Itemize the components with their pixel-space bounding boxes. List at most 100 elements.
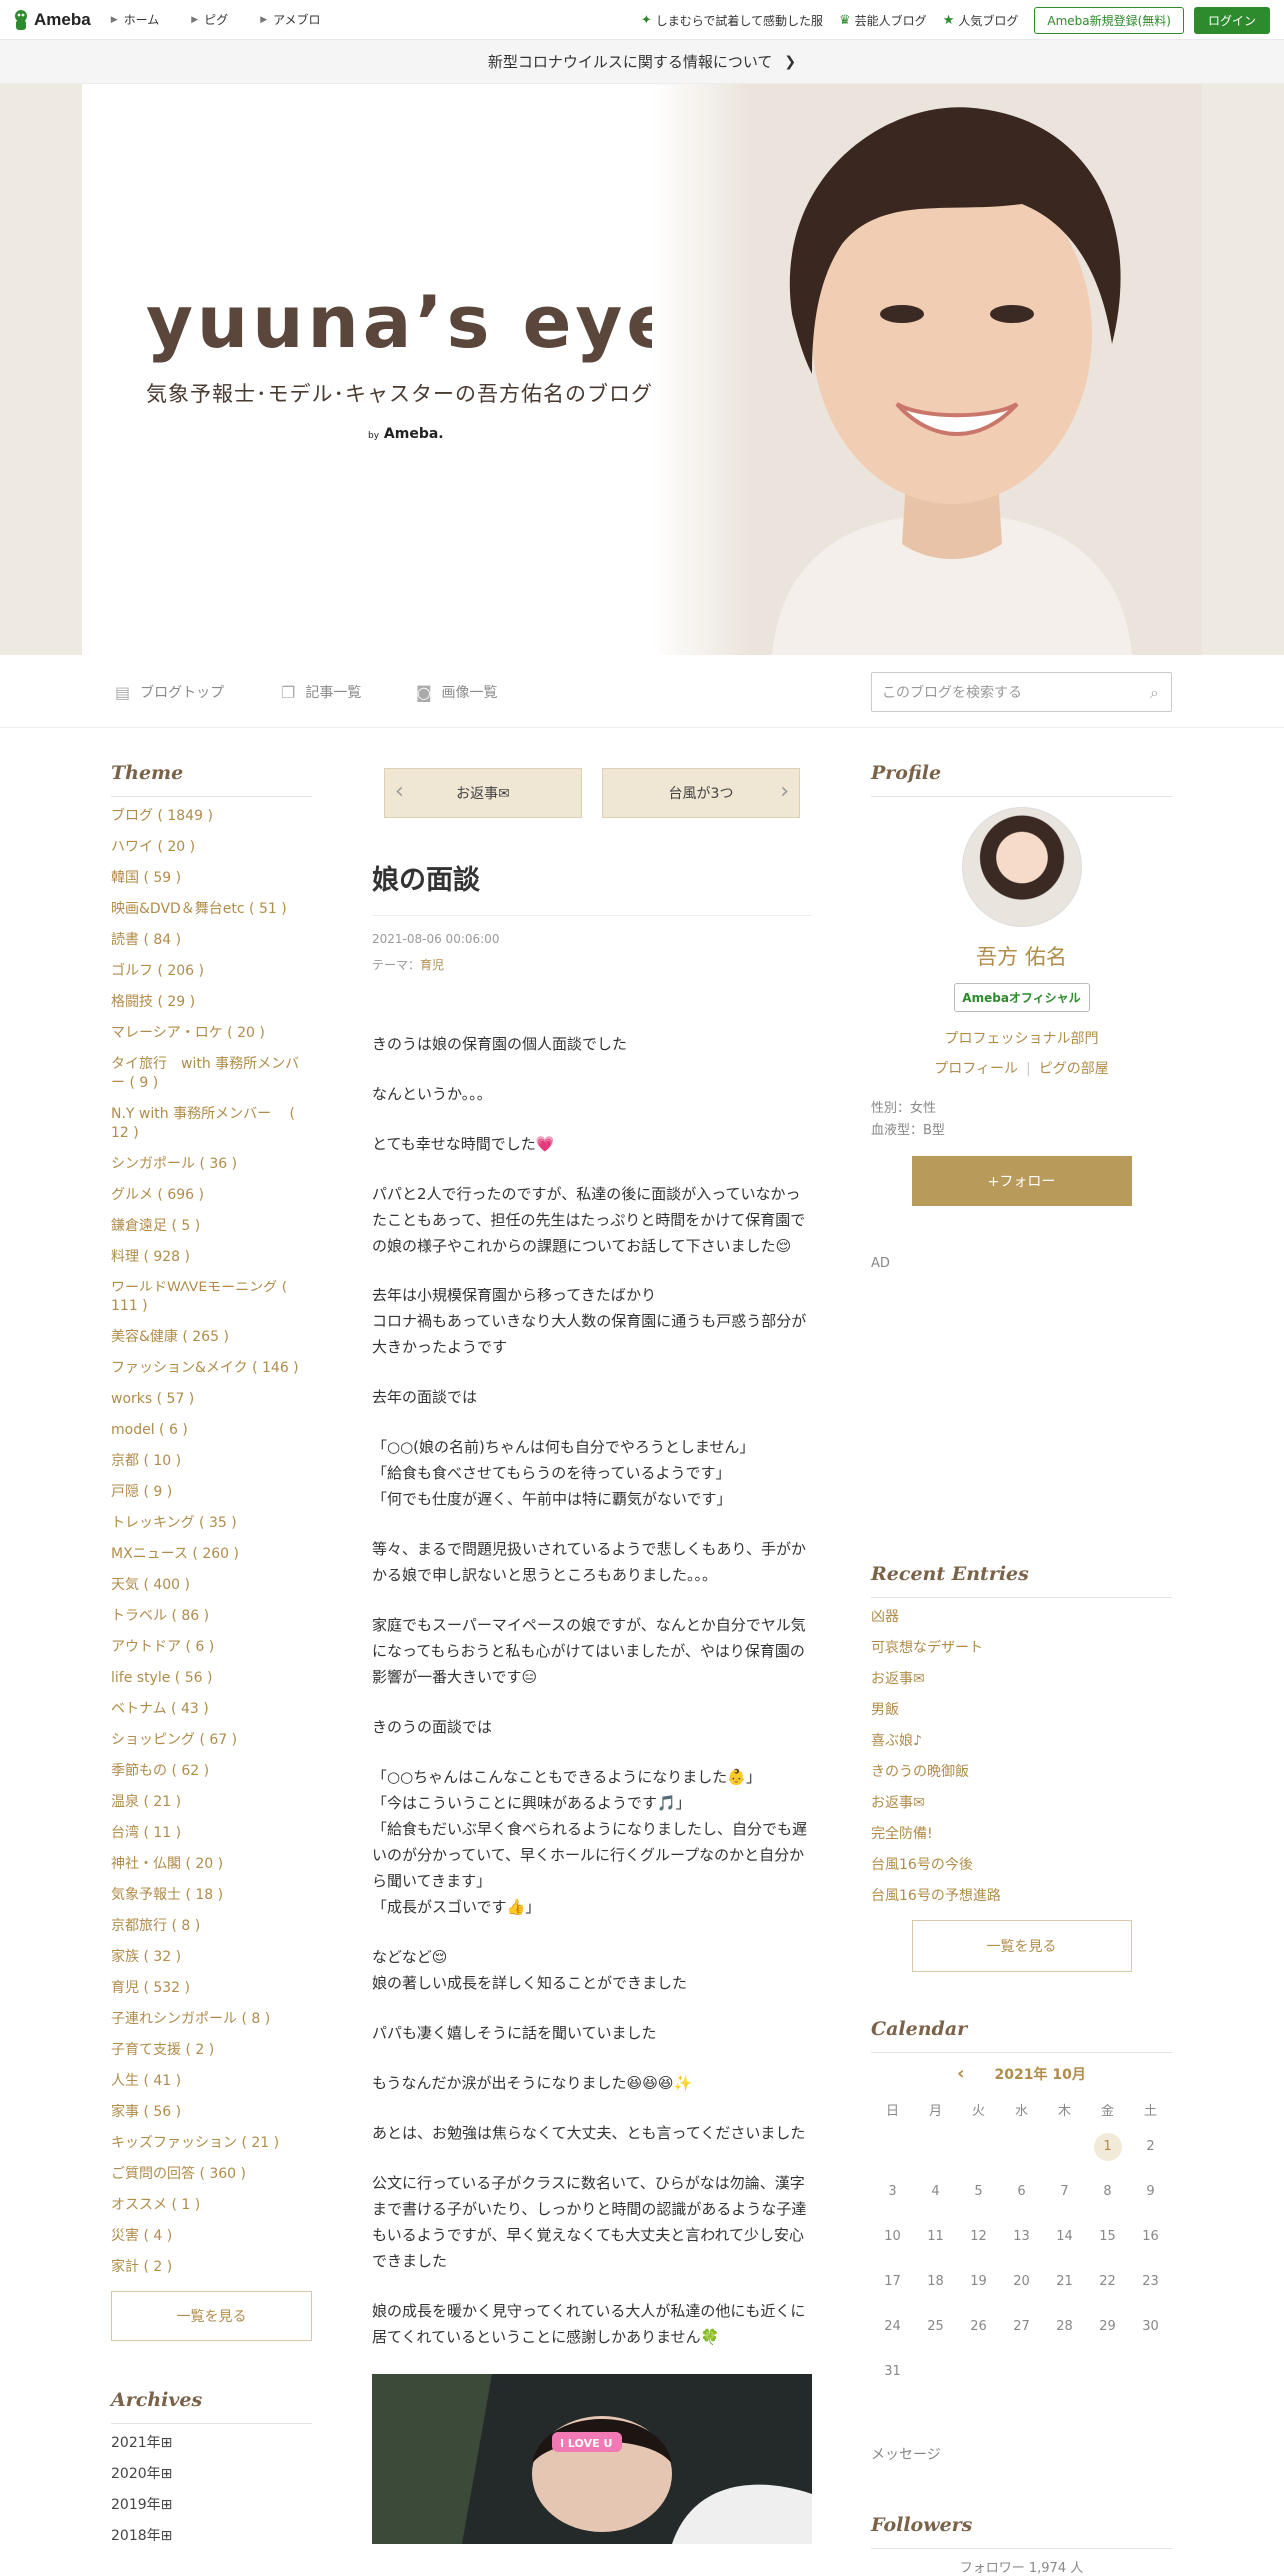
calendar-day[interactable]: 25 bbox=[914, 2304, 957, 2349]
theme-item[interactable]: ショッピング ( 67 ) bbox=[111, 1731, 312, 1750]
ameba-logo[interactable]: Ameba bbox=[12, 9, 91, 31]
covid-notice[interactable]: 新型コロナウイルスに関する情報について ❯ bbox=[0, 40, 1284, 84]
theme-item[interactable]: 戸隠 ( 9 ) bbox=[111, 1483, 312, 1502]
theme-more-button[interactable]: 一覧を見る bbox=[111, 2291, 312, 2341]
blog-header-image[interactable]: yuuna’s eye 気象予報士･モデル･キャスターの吾方佑名のブログ by … bbox=[82, 84, 1202, 655]
pigg-room-link[interactable]: ピグの部屋 bbox=[1039, 1061, 1109, 1077]
theme-item[interactable]: ゴルフ ( 206 ) bbox=[111, 962, 312, 981]
prev-entry-button[interactable]: ‹ お返事✉ bbox=[384, 768, 582, 818]
theme-item[interactable]: ファッション&メイク ( 146 ) bbox=[111, 1359, 312, 1378]
recent-entry[interactable]: 可哀想なデザート bbox=[871, 1639, 1172, 1658]
calendar-day[interactable]: 23 bbox=[1129, 2259, 1172, 2304]
archive-year[interactable]: 2019年⊞ bbox=[111, 2496, 312, 2515]
theme-item[interactable]: グルメ ( 696 ) bbox=[111, 1186, 312, 1205]
recent-entry[interactable]: お返事✉ bbox=[871, 1670, 1172, 1689]
theme-item[interactable]: 人生 ( 41 ) bbox=[111, 2072, 312, 2091]
theme-item[interactable]: 読書 ( 84 ) bbox=[111, 931, 312, 950]
popular-blog-link[interactable]: ★ 人気ブログ bbox=[943, 12, 1019, 29]
calendar-day[interactable]: 9 bbox=[1129, 2169, 1172, 2214]
calendar-day[interactable]: 8 bbox=[1086, 2169, 1129, 2214]
calendar-day[interactable]: 29 bbox=[1086, 2304, 1129, 2349]
calendar-day[interactable]: 31 bbox=[871, 2349, 914, 2394]
calendar-day[interactable]: 17 bbox=[871, 2259, 914, 2304]
calendar-day[interactable]: 19 bbox=[957, 2259, 1000, 2304]
theme-item[interactable]: N.Y with 事務所メンバー ( 12 ) bbox=[111, 1105, 312, 1143]
entry-theme-link[interactable]: 育児 bbox=[420, 958, 444, 972]
theme-item[interactable]: マレーシア・ロケ ( 20 ) bbox=[111, 1024, 312, 1043]
theme-item[interactable]: キッズファッション ( 21 ) bbox=[111, 2134, 312, 2153]
theme-item[interactable]: オススメ ( 1 ) bbox=[111, 2196, 312, 2215]
calendar-day[interactable]: 13 bbox=[1000, 2214, 1043, 2259]
theme-item[interactable]: 家計 ( 2 ) bbox=[111, 2258, 312, 2277]
next-entry-button[interactable]: 台風が3つ › bbox=[602, 768, 800, 818]
recent-more-button[interactable]: 一覧を見る bbox=[911, 1920, 1132, 1972]
entry-photo[interactable]: I LOVE U bbox=[372, 2374, 812, 2544]
calendar-day[interactable]: 11 bbox=[914, 2214, 957, 2259]
message-link[interactable]: メッセージ bbox=[871, 2444, 1172, 2464]
theme-item[interactable]: 家事 ( 56 ) bbox=[111, 2103, 312, 2122]
theme-item[interactable]: 料理 ( 928 ) bbox=[111, 1248, 312, 1267]
theme-item[interactable]: タイ旅行 with 事務所メンバー ( 9 ) bbox=[111, 1055, 312, 1093]
theme-item[interactable]: トレッキング ( 35 ) bbox=[111, 1514, 312, 1533]
recent-entry[interactable]: 完全防備! bbox=[871, 1825, 1172, 1844]
calendar-day[interactable]: 30 bbox=[1129, 2304, 1172, 2349]
nav-pigg[interactable]: ▶ ピグ bbox=[191, 11, 228, 28]
calendar-day[interactable]: 10 bbox=[871, 2214, 914, 2259]
calendar-day[interactable]: 22 bbox=[1086, 2259, 1129, 2304]
theme-item[interactable]: 京都旅行 ( 8 ) bbox=[111, 1917, 312, 1936]
theme-item[interactable]: 映画&DVD＆舞台etc ( 51 ) bbox=[111, 900, 312, 919]
theme-item[interactable]: 家族 ( 32 ) bbox=[111, 1948, 312, 1967]
trend-link[interactable]: ✦ しまむらで試着して感動した服 bbox=[641, 12, 823, 29]
calendar-day[interactable]: 20 bbox=[1000, 2259, 1043, 2304]
theme-item[interactable]: ご質問の回答 ( 360 ) bbox=[111, 2165, 312, 2184]
recent-entry[interactable]: 喜ぶ娘♪ bbox=[871, 1732, 1172, 1751]
calendar-day[interactable]: 7 bbox=[1043, 2169, 1086, 2214]
profile-category-link[interactable]: プロフェッショナル部門 bbox=[871, 1028, 1172, 1048]
calendar-day[interactable]: 6 bbox=[1000, 2169, 1043, 2214]
theme-item[interactable]: 気象予報士 ( 18 ) bbox=[111, 1886, 312, 1905]
calendar-day[interactable]: 4 bbox=[914, 2169, 957, 2214]
recent-entry[interactable]: 台風16号の予想進路 bbox=[871, 1887, 1172, 1906]
blog-top-link[interactable]: ▤ ブログトップ bbox=[115, 682, 224, 702]
theme-item[interactable]: 鎌倉遠足 ( 5 ) bbox=[111, 1217, 312, 1236]
follow-button[interactable]: +フォロー bbox=[911, 1156, 1132, 1206]
entries-list-link[interactable]: ❐ 記事一覧 bbox=[281, 682, 361, 702]
profile-link[interactable]: プロフィール bbox=[934, 1061, 1018, 1077]
calendar-day[interactable]: 28 bbox=[1043, 2304, 1086, 2349]
theme-item[interactable]: 格闘技 ( 29 ) bbox=[111, 993, 312, 1012]
theme-item[interactable]: 子育て支援 ( 2 ) bbox=[111, 2041, 312, 2060]
theme-item[interactable]: アウトドア ( 6 ) bbox=[111, 1638, 312, 1657]
calendar-day[interactable]: 27 bbox=[1000, 2304, 1043, 2349]
nav-home[interactable]: ▶ ホーム bbox=[111, 11, 160, 28]
theme-item[interactable]: 京都 ( 10 ) bbox=[111, 1452, 312, 1471]
calendar-day[interactable]: 12 bbox=[957, 2214, 1000, 2259]
theme-item[interactable]: ワールドWAVEモーニング ( 111 ) bbox=[111, 1279, 312, 1316]
theme-item[interactable]: 育児 ( 532 ) bbox=[111, 1979, 312, 1998]
archive-year[interactable]: 2020年⊞ bbox=[111, 2465, 312, 2484]
theme-item[interactable]: 美容&健康 ( 265 ) bbox=[111, 1328, 312, 1347]
calendar-day[interactable]: 26 bbox=[957, 2304, 1000, 2349]
theme-item[interactable]: 韓国 ( 59 ) bbox=[111, 869, 312, 888]
theme-item[interactable]: 温泉 ( 21 ) bbox=[111, 1793, 312, 1812]
recent-entry[interactable]: 男飯 bbox=[871, 1701, 1172, 1720]
search-icon[interactable]: ⌕ bbox=[1150, 683, 1159, 703]
login-button[interactable]: ログイン bbox=[1193, 6, 1270, 34]
nav-ameblo[interactable]: ▶ アメブロ bbox=[260, 11, 320, 28]
theme-item[interactable]: ハワイ ( 20 ) bbox=[111, 838, 312, 857]
theme-item[interactable]: ベトナム ( 43 ) bbox=[111, 1700, 312, 1719]
calendar-day[interactable]: 1 bbox=[1086, 2124, 1129, 2169]
archive-year[interactable]: 2018年⊞ bbox=[111, 2527, 312, 2546]
theme-item[interactable]: model ( 6 ) bbox=[111, 1421, 312, 1440]
theme-item[interactable]: MXニュース ( 260 ) bbox=[111, 1545, 312, 1564]
archive-year[interactable]: 2021年⊞ bbox=[111, 2434, 312, 2453]
theme-item[interactable]: works ( 57 ) bbox=[111, 1390, 312, 1409]
calendar-day[interactable]: 5 bbox=[957, 2169, 1000, 2214]
calendar-day[interactable]: 15 bbox=[1086, 2214, 1129, 2259]
theme-item[interactable]: 災害 ( 4 ) bbox=[111, 2227, 312, 2246]
recent-entry[interactable]: きのうの晩御飯 bbox=[871, 1763, 1172, 1782]
blog-search-input[interactable]: このブログを検索する ⌕ bbox=[871, 672, 1172, 712]
calendar-day[interactable]: 3 bbox=[871, 2169, 914, 2214]
theme-item[interactable]: シンガポール ( 36 ) bbox=[111, 1155, 312, 1174]
celebrity-blog-link[interactable]: ♛ 芸能人ブログ bbox=[839, 12, 927, 29]
calendar-day[interactable]: 14 bbox=[1043, 2214, 1086, 2259]
